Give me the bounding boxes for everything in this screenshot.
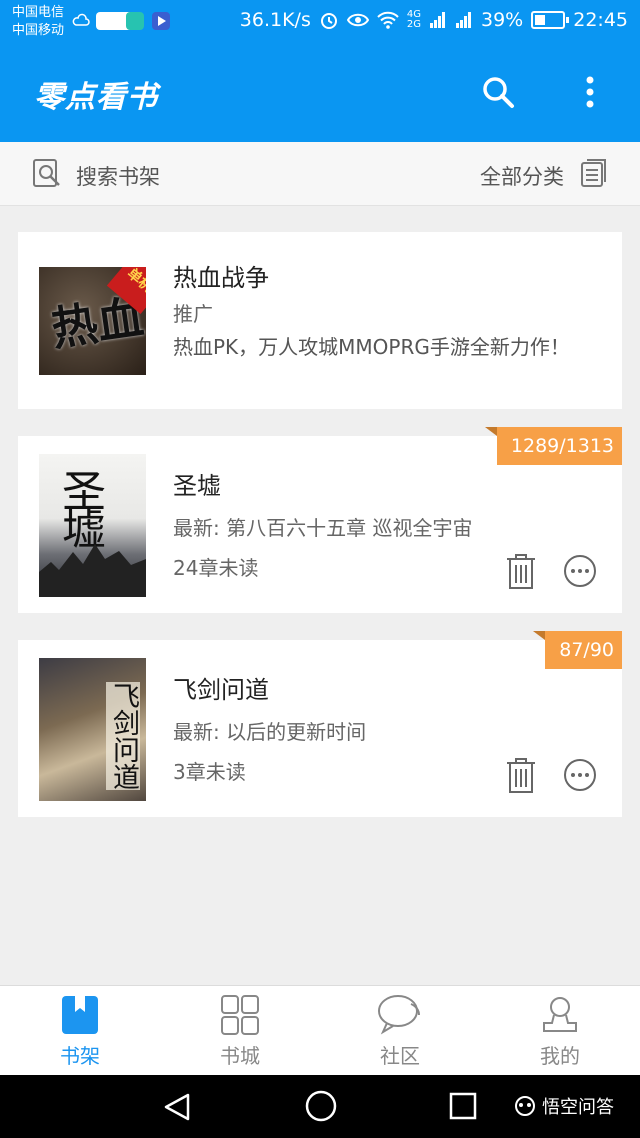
net-speed: 36.1K/s (239, 9, 311, 31)
shelf-search-bar: 搜索书架 全部分类 (0, 142, 640, 206)
book-card-promo[interactable]: 热血 单机 热血战争 推广 热血PK，万人攻城MMOPRG手游全新力作！ (18, 232, 622, 409)
grid-icon (221, 995, 259, 1035)
book-title: 圣墟 (173, 472, 221, 500)
chat-bubble-icon (378, 995, 421, 1035)
system-nav-bar: 悟空问答 (0, 1075, 640, 1138)
search-icon[interactable] (480, 74, 516, 110)
unread-count: 24章未读 (173, 556, 259, 580)
nav-bookstore[interactable]: 书城 (160, 986, 320, 1076)
latest-chapter: 最新: 第八百六十五章 巡视全宇宙 (173, 516, 473, 540)
delete-icon[interactable] (504, 552, 538, 590)
alarm-icon (320, 13, 337, 29)
nav-label: 书城 (220, 1044, 260, 1068)
wifi-icon (377, 11, 399, 29)
bottom-nav: 书架 书城 社区 我的 (0, 985, 640, 1075)
book-cover: 热血 单机 (39, 267, 146, 375)
nav-profile[interactable]: 我的 (480, 986, 640, 1076)
home-icon[interactable] (304, 1089, 338, 1123)
carrier-2: 中国移动 (12, 23, 65, 38)
unread-count: 3章未读 (173, 760, 246, 784)
latest-chapter: 最新: 以后的更新时间 (173, 720, 367, 744)
carrier-info: 中国电信 中国移动 (12, 4, 64, 40)
app-bar: 零点看书 (0, 44, 640, 142)
delete-icon[interactable] (504, 756, 538, 794)
wukong-logo-icon (515, 1096, 535, 1116)
video-app-icon (152, 12, 170, 30)
clock: 22:45 (573, 9, 628, 31)
cloud-icon (72, 13, 90, 26)
more-vertical-icon[interactable] (578, 74, 602, 110)
promo-tag: 推广 (173, 302, 213, 326)
nav-label: 社区 (380, 1044, 420, 1068)
back-icon[interactable] (162, 1091, 194, 1123)
bookshelf-icon (62, 996, 98, 1034)
nav-label: 我的 (540, 1044, 580, 1068)
signal-icon (430, 12, 445, 28)
category-list-icon[interactable] (580, 158, 608, 188)
app-notification-icon-2 (126, 12, 144, 30)
signal-icon-2 (456, 12, 471, 28)
network-type: 4G 2G (407, 10, 421, 30)
more-options-icon[interactable] (563, 554, 597, 588)
book-title: 飞剑问道 (173, 676, 269, 704)
reading-progress-badge: 1289/1313 (484, 427, 622, 465)
search-shelf-input[interactable]: 搜索书架 (76, 161, 160, 191)
battery-icon (531, 11, 570, 29)
status-bar: 中国电信 中国移动 36.1K/s 4G 2G 39% 22:45 (0, 0, 640, 44)
watermark: 悟空问答 (512, 1093, 614, 1119)
carrier-1: 中国电信 (12, 5, 65, 20)
app-title: 零点看书 (34, 80, 158, 115)
cover-title: 飞剑问道 (106, 682, 140, 790)
nav-bookshelf[interactable]: 书架 (0, 986, 160, 1076)
book-card[interactable]: 1289/1313 圣墟 圣墟 最新: 第八百六十五章 巡视全宇宙 24章未读 (18, 427, 622, 613)
book-card[interactable]: 87/90 飞剑问道 飞剑问道 最新: 以后的更新时间 3章未读 (18, 631, 622, 817)
book-description: 热血PK，万人攻城MMOPRG手游全新力作！ (173, 335, 570, 359)
search-shelf-icon[interactable] (32, 158, 62, 188)
book-title: 热血战争 (173, 264, 269, 292)
category-filter[interactable]: 全部分类 (480, 161, 564, 191)
more-options-icon[interactable] (563, 758, 597, 792)
battery-percent: 39% (481, 9, 524, 31)
nav-label: 书架 (60, 1044, 100, 1068)
eye-icon (346, 13, 369, 27)
cover-art (39, 544, 146, 597)
nav-community[interactable]: 社区 (320, 986, 480, 1076)
book-cover: 飞剑问道 (39, 658, 146, 801)
cover-title: 圣墟 (54, 468, 105, 544)
watermark-text: 悟空问答 (542, 1097, 614, 1118)
recent-apps-icon[interactable] (448, 1091, 478, 1121)
user-icon (543, 997, 577, 1032)
net-2g: 2G (406, 19, 421, 30)
book-cover: 圣墟 (39, 454, 146, 597)
reading-progress-badge: 87/90 (533, 631, 622, 669)
